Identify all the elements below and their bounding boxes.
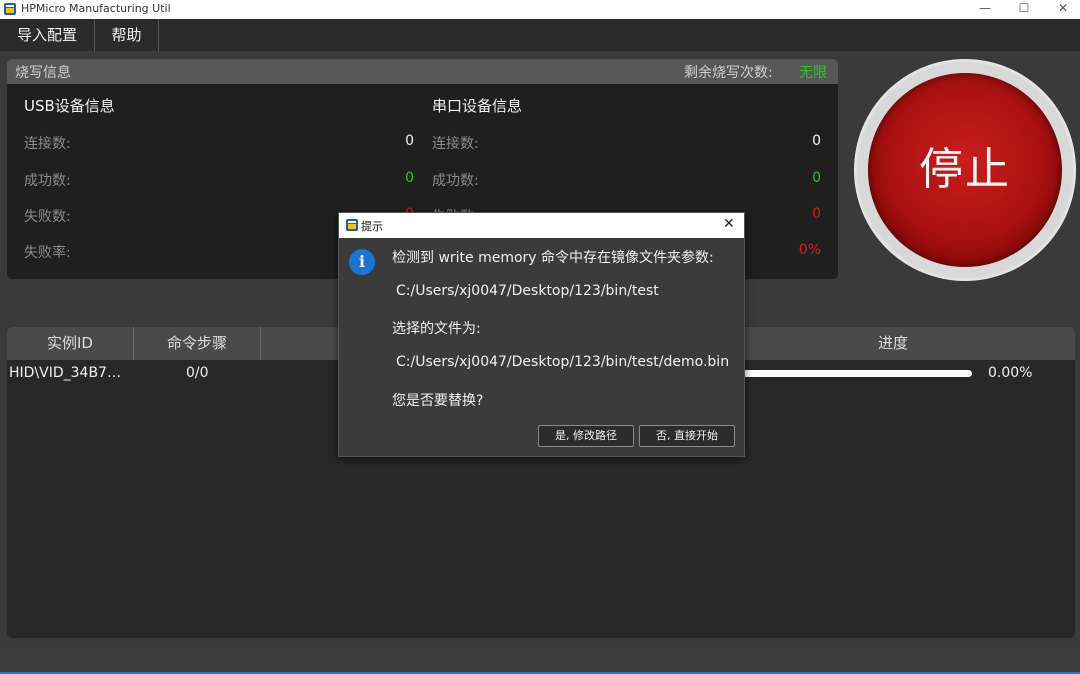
column-command-step[interactable]: 命令步骤 [134, 327, 261, 360]
yes-modify-path-button[interactable]: 是, 修改路径 [538, 425, 634, 447]
window-title: HPMicro Manufacturing Util [21, 2, 171, 15]
dialog-file-path: C:/Users/xj0047/Desktop/123/bin/test/dem… [396, 354, 730, 370]
status-bar [0, 646, 1080, 672]
remaining-count-value: 无限 [799, 65, 827, 81]
serial-info-title: 串口设备信息 [432, 97, 523, 115]
dialog-folder-path: C:/Users/xj0047/Desktop/123/bin/test [396, 283, 659, 299]
dialog-question: 您是否要替换? [392, 393, 484, 409]
dialog-close-icon[interactable]: ✕ [723, 216, 735, 232]
no-start-directly-button[interactable]: 否, 直接开始 [639, 425, 735, 447]
dialog-title: 提示 [361, 220, 383, 233]
close-window-button[interactable]: ✕ [1043, 0, 1080, 19]
maximize-button[interactable]: ☐ [1004, 0, 1044, 19]
menu-import-config[interactable]: 导入配置 [0, 19, 95, 51]
usb-fail-label: 失败数: [24, 209, 71, 225]
usb-fail-rate-label: 失败率: [24, 245, 71, 261]
serial-success-value: 0 [812, 170, 821, 186]
dialog-app-icon [346, 219, 358, 231]
menu-bar: 导入配置 帮助 [0, 19, 1080, 51]
usb-success-label: 成功数: [24, 173, 71, 189]
usb-info-title: USB设备信息 [24, 97, 115, 115]
title-bar: HPMicro Manufacturing Util — ☐ ✕ [0, 0, 1080, 19]
stop-button-label: 停止 [919, 144, 1011, 195]
remaining-count-label: 剩余烧写次数: [684, 65, 773, 81]
row-instance-id: HID\VID_34B7… [9, 365, 121, 381]
column-progress[interactable]: 进度 [711, 327, 1075, 360]
minimize-button[interactable]: — [965, 0, 1005, 19]
dialog-message-line3: 选择的文件为: [392, 321, 481, 337]
usb-connect-label: 连接数: [24, 136, 71, 152]
usb-success-value: 0 [405, 170, 414, 186]
row-progress-text: 0.00% [988, 365, 1033, 381]
serial-fail-value: 0 [812, 206, 821, 222]
column-instance-id[interactable]: 实例ID [7, 327, 134, 360]
serial-connect-label: 连接数: [432, 136, 479, 152]
serial-fail-rate-value: 0% [798, 242, 821, 258]
usb-connect-value: 0 [405, 133, 414, 149]
menu-help[interactable]: 帮助 [95, 19, 159, 51]
serial-success-label: 成功数: [432, 173, 479, 189]
stop-button[interactable]: 停止 [854, 59, 1076, 281]
dialog-message-line1: 检测到 write memory 命令中存在镜像文件夹参数: [392, 250, 714, 266]
info-icon: i [349, 249, 375, 275]
row-progress-bar [742, 370, 972, 377]
dialog-title-bar: 提示 ✕ [339, 213, 744, 238]
row-command-step: 0/0 [186, 365, 209, 381]
burn-info-title: 烧写信息 [15, 65, 71, 81]
serial-connect-value: 0 [812, 133, 821, 149]
app-icon [4, 3, 16, 15]
burn-info-header: 烧写信息 剩余烧写次数: 无限 [7, 59, 838, 84]
prompt-dialog: 提示 ✕ i 检测到 write memory 命令中存在镜像文件夹参数: C:… [338, 212, 745, 457]
